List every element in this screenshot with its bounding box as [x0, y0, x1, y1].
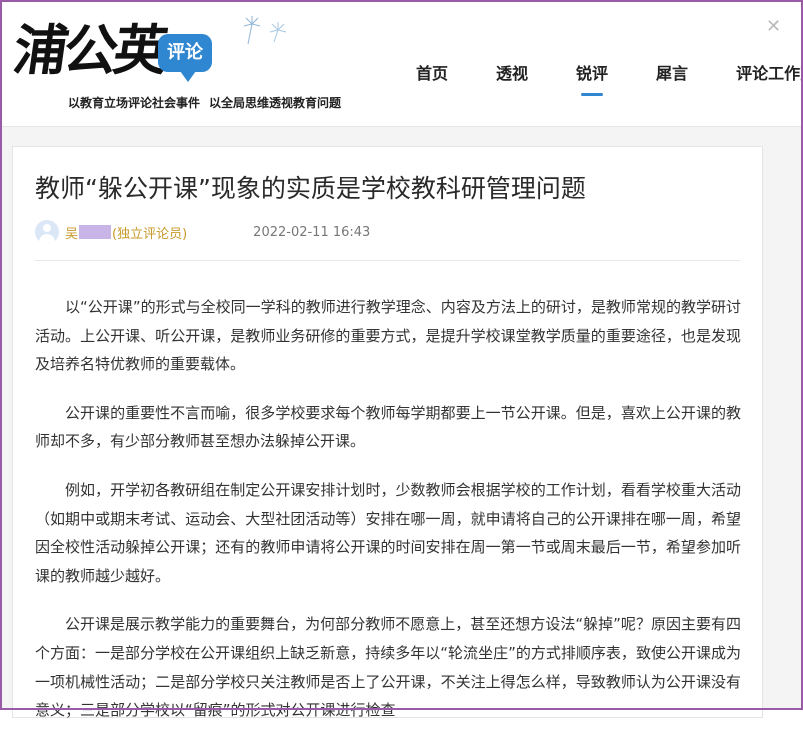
article-meta: 吴 (独立评论员) 2022-02-11 16:43: [35, 219, 370, 245]
divider: [35, 260, 740, 261]
redacted-block: [79, 225, 112, 239]
paragraph: 公开课是展示教学能力的重要舞台，为何部分教师不愿意上，甚至还想方设法“躲掉”呢？…: [35, 615, 741, 720]
nav-item-home[interactable]: 首页: [402, 60, 462, 84]
tagline: 以教育立场评论社会事件 以全局思维透视教育问题: [68, 94, 341, 111]
article-body: 以“公开课”的形式与全校同一学科的教师进行教学理念、内容及方法上的研讨，是教师常…: [35, 293, 741, 745]
nav-item-sharp-comment[interactable]: 锐评: [562, 60, 622, 96]
author-surname: 吴: [65, 226, 79, 242]
publish-date: 2022-02-11 16:43: [253, 224, 371, 240]
tagline-part-2: 以全局思维透视教育问题: [209, 96, 342, 110]
author-name[interactable]: 吴 (独立评论员): [65, 223, 187, 242]
paragraph: 以“公开课”的形式与全校同一学科的教师进行教学理念、内容及方法上的研讨，是教师常…: [35, 298, 741, 374]
logo-badge: 评论: [158, 34, 212, 82]
pin-icon: ✕: [766, 16, 782, 37]
site-header: 浦公英 评论 以教育立场评论社会事件 以全局思维透视教育问题 首页 透视 锐评 犀…: [2, 2, 803, 127]
author-avatar-icon[interactable]: [35, 220, 59, 244]
author-role: (独立评论员): [112, 226, 188, 242]
article-title: 教师“躲公开课”现象的实质是学校教科研管理问题: [35, 174, 586, 203]
nav-item-perspective[interactable]: 透视: [482, 60, 542, 84]
site-logo[interactable]: 浦公英: [10, 18, 169, 82]
tagline-part-1: 以教育立场评论社会事件: [68, 96, 201, 110]
article-card: 教师“躲公开课”现象的实质是学校教科研管理问题 吴 (独立评论员) 2022-02…: [12, 146, 763, 719]
nav-item-keen-words[interactable]: 犀言: [642, 60, 702, 84]
dandelion-icon: [243, 16, 287, 45]
nav-item-studio[interactable]: 评论工作室: [722, 60, 803, 84]
paragraph: 例如，开学初各教研组在制定公开课安排计划时，少数教师会根据学校的工作计划，看看学…: [35, 480, 741, 585]
paragraph: 公开课的重要性不言而喻，很多学校要求每个教师每学期都要上一节公开课。但是，喜欢上…: [35, 403, 741, 451]
main-nav: 首页 透视 锐评 犀言 评论工作室: [402, 60, 803, 96]
